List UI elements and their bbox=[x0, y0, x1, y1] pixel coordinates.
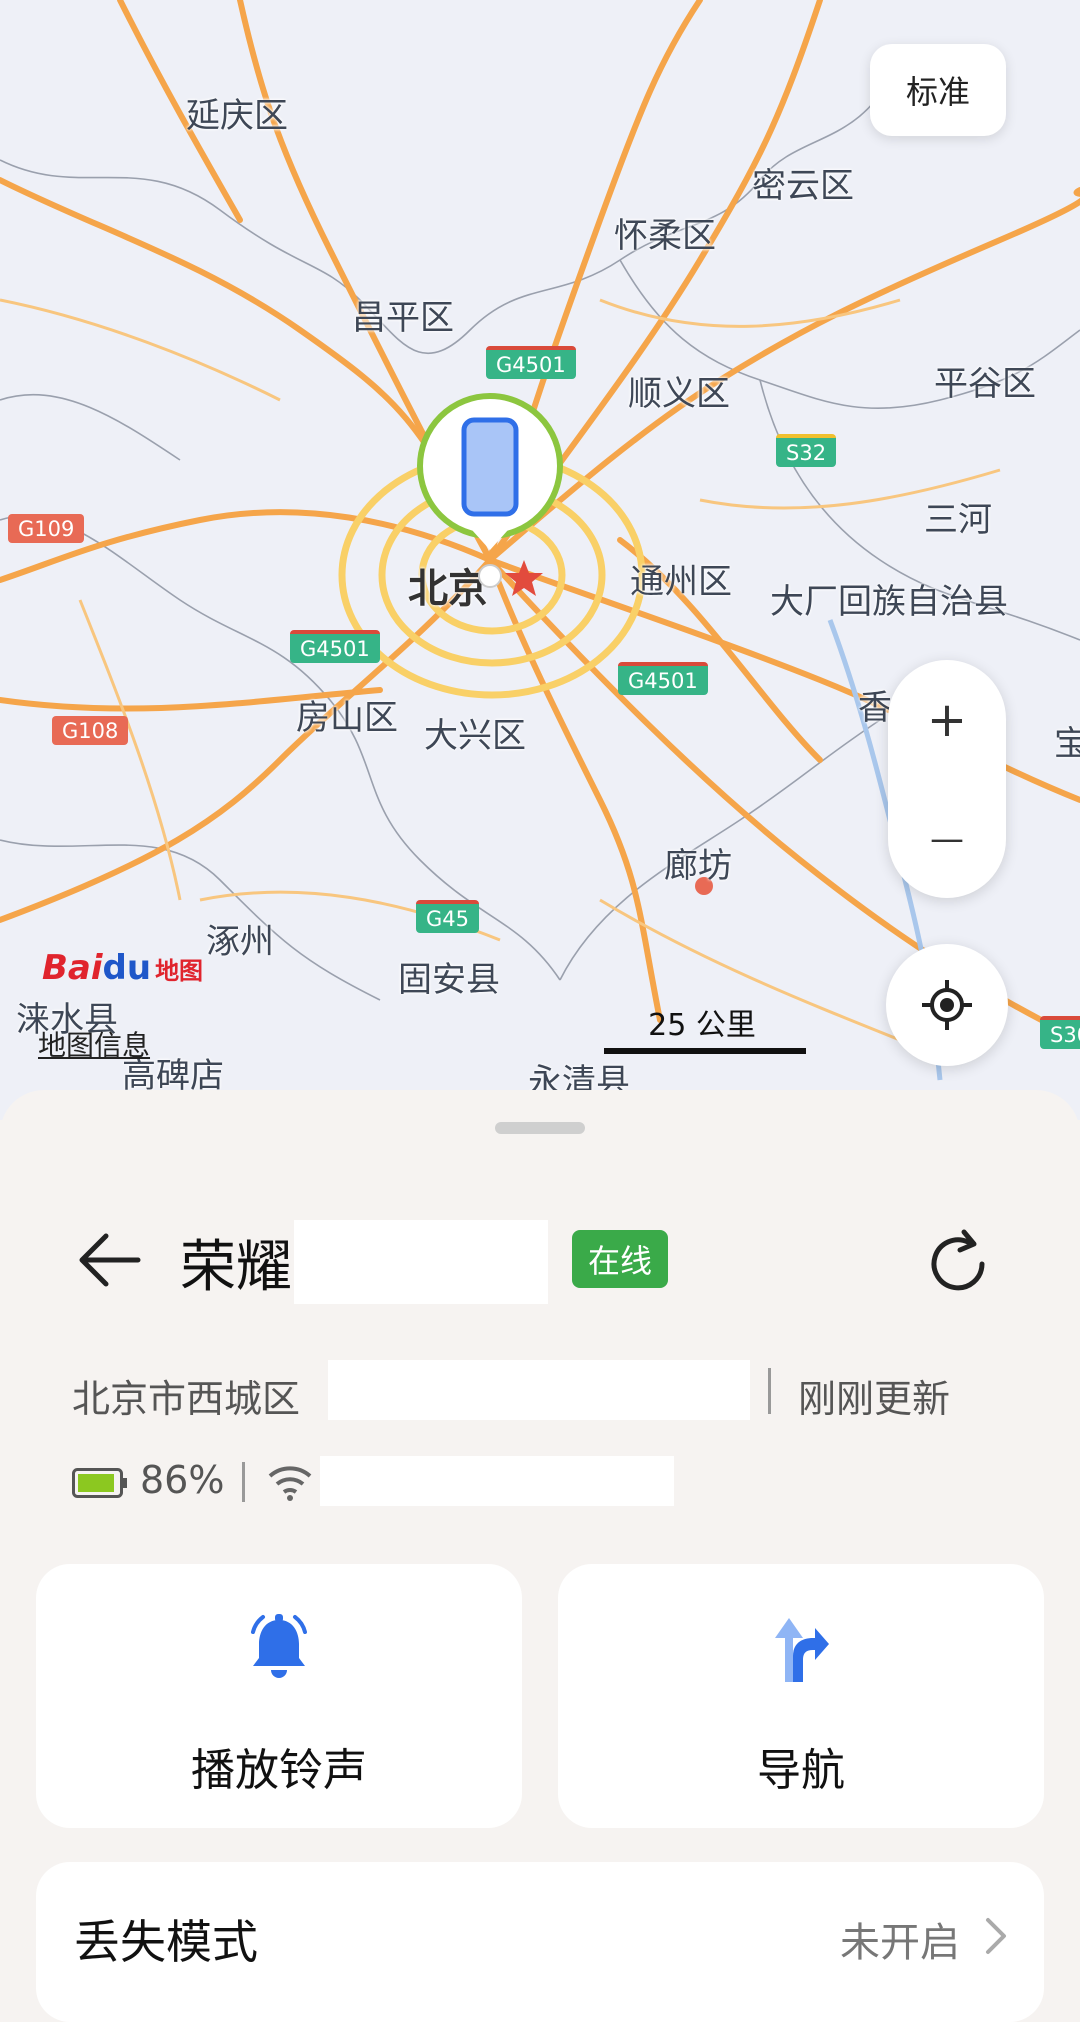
map-view[interactable]: 延庆区 密云区 怀柔区 昌平区 顺义区 平谷区 三河 北京 通州区 大厂回族自治… bbox=[0, 0, 1080, 1120]
online-status-badge: 在线 bbox=[572, 1230, 668, 1288]
map-style-button[interactable]: 标准 bbox=[870, 44, 1006, 136]
battery-icon bbox=[72, 1468, 127, 1498]
divider bbox=[242, 1462, 245, 1502]
navigation-icon bbox=[775, 1618, 829, 1682]
place-label: 通州区 bbox=[630, 562, 732, 602]
place-label: 宝 bbox=[1054, 724, 1080, 764]
place-label: 大厂回族自治县 bbox=[770, 582, 1008, 622]
navigation-button[interactable]: 导航 bbox=[558, 1564, 1044, 1828]
place-label: 三河 bbox=[924, 500, 992, 540]
device-detail-sheet: 荣耀 在线 北京市西城区 刚刚更新 86% 播放铃声 导航 丢失模式 未开启 bbox=[0, 1090, 1080, 2022]
map-info-link[interactable]: 地图信息 bbox=[38, 1024, 150, 1064]
crosshair-icon bbox=[922, 980, 972, 1030]
place-label: 延庆区 bbox=[186, 96, 288, 136]
locate-button[interactable] bbox=[886, 944, 1008, 1066]
refresh-icon[interactable] bbox=[920, 1226, 996, 1302]
place-label: 香 bbox=[858, 688, 892, 728]
play-ringtone-button[interactable]: 播放铃声 bbox=[36, 1564, 522, 1828]
place-label: 怀柔区 bbox=[614, 216, 716, 256]
place-label: 大兴区 bbox=[424, 716, 526, 756]
place-label: 涿州 bbox=[206, 922, 274, 962]
back-arrow-icon[interactable] bbox=[72, 1222, 148, 1298]
highway-shield: S30 bbox=[1040, 1016, 1080, 1049]
place-label: 顺义区 bbox=[628, 374, 730, 414]
action-label: 导航 bbox=[757, 1745, 845, 1796]
bell-icon bbox=[251, 1614, 307, 1678]
device-name: 荣耀 bbox=[180, 1235, 292, 1300]
scale-bar bbox=[604, 1048, 806, 1054]
redacted-area bbox=[320, 1456, 674, 1506]
battery-level: 86% bbox=[140, 1458, 225, 1502]
zoom-in-button[interactable]: + bbox=[888, 660, 1006, 779]
highway-shield: G4501 bbox=[486, 346, 576, 379]
wifi-icon bbox=[268, 1466, 312, 1501]
highway-shield: G4501 bbox=[290, 630, 380, 663]
scale-label: 25 公里 bbox=[648, 1008, 756, 1043]
lost-mode-status: 未开启 bbox=[840, 1920, 960, 1966]
update-time: 刚刚更新 bbox=[798, 1377, 951, 1421]
action-label: 播放铃声 bbox=[191, 1745, 367, 1796]
place-label: 昌平区 bbox=[352, 298, 454, 338]
place-label: 固安县 bbox=[398, 960, 500, 1000]
lost-mode-title: 丢失模式 bbox=[74, 1915, 258, 1969]
redacted-area bbox=[294, 1220, 548, 1304]
divider bbox=[768, 1368, 771, 1414]
highway-shield: G109 bbox=[8, 514, 85, 543]
zoom-out-button[interactable]: — bbox=[888, 779, 1006, 898]
place-label: 廊坊 bbox=[664, 846, 732, 886]
device-address: 北京市西城区 bbox=[72, 1377, 301, 1421]
redacted-area bbox=[328, 1360, 750, 1420]
device-location-pin-icon[interactable] bbox=[414, 390, 566, 590]
place-label: 房山区 bbox=[296, 698, 398, 738]
baidu-map-logo: Baidu 地图 bbox=[42, 948, 204, 988]
highway-shield: G45 bbox=[416, 900, 479, 933]
place-label: 平谷区 bbox=[934, 364, 1036, 404]
zoom-control: + — bbox=[888, 660, 1006, 898]
highway-shield: G108 bbox=[52, 716, 129, 745]
highway-shield: G4501 bbox=[618, 662, 708, 695]
place-label: 密云区 bbox=[752, 166, 854, 206]
lost-mode-row[interactable]: 丢失模式 未开启 bbox=[36, 1862, 1044, 2022]
highway-shield: S32 bbox=[776, 434, 837, 467]
sheet-drag-handle[interactable] bbox=[495, 1122, 585, 1134]
chevron-right-icon bbox=[986, 1918, 1006, 1954]
